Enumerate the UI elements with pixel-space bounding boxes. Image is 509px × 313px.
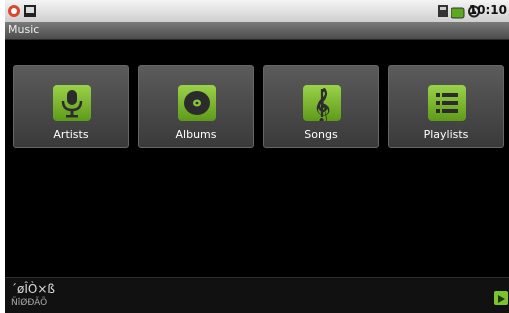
app-icon bbox=[7, 3, 21, 22]
microphone-icon bbox=[53, 85, 91, 121]
play-icon[interactable] bbox=[494, 291, 508, 305]
music-screen: 10:10 Music Artists Albums 𝄞 Songs Playl… bbox=[5, 0, 509, 313]
tile-artists[interactable]: Artists bbox=[13, 65, 129, 148]
page-title: Music bbox=[8, 23, 40, 36]
tile-label: Playlists bbox=[423, 128, 469, 141]
battery-icon bbox=[450, 4, 465, 23]
status-bar: 10:10 bbox=[5, 0, 509, 22]
tile-label: Songs bbox=[304, 128, 338, 141]
now-playing-title: ´øÎÒ×ß bbox=[11, 282, 55, 296]
tile-playlists[interactable]: Playlists bbox=[388, 65, 504, 148]
music-note-icon: 𝄞 bbox=[303, 85, 341, 121]
sd-card-icon bbox=[437, 3, 449, 22]
list-icon bbox=[428, 85, 466, 121]
tile-songs[interactable]: 𝄞 Songs bbox=[263, 65, 379, 148]
now-playing-artist: ÑîØÐÃÕ bbox=[11, 298, 48, 308]
status-time: 10:10 bbox=[468, 3, 507, 17]
disc-icon bbox=[178, 85, 216, 121]
tile-albums[interactable]: Albums bbox=[138, 65, 254, 148]
tile-label: Artists bbox=[53, 128, 89, 141]
notification-icon bbox=[23, 3, 37, 22]
tile-label: Albums bbox=[175, 128, 217, 141]
now-playing-bar[interactable]: ´øÎÒ×ß ÑîØÐÃÕ bbox=[5, 277, 509, 313]
title-bar: Music bbox=[5, 22, 509, 40]
